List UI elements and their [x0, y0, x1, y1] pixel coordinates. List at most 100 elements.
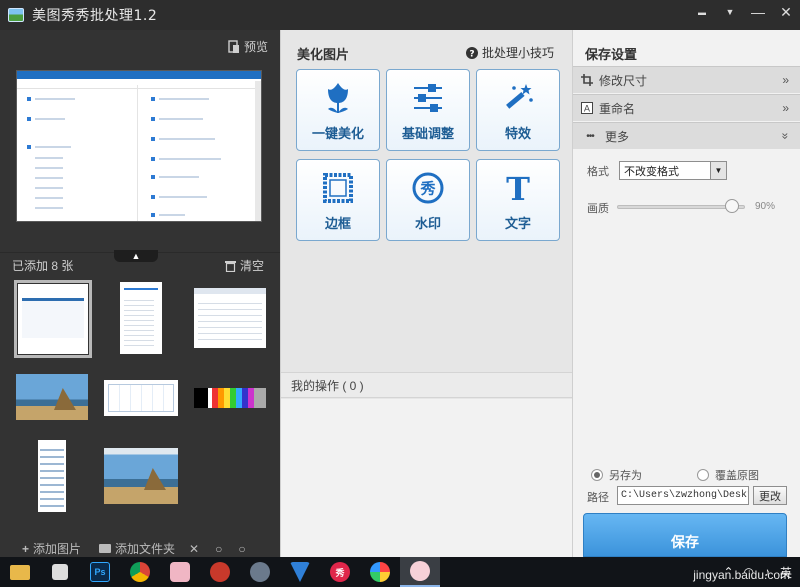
plus-icon: + [22, 541, 30, 556]
watermark-seal-icon: 秀 [410, 170, 446, 206]
save-as-label: 另存为 [609, 470, 642, 482]
added-count-label: 已添加 8 张 [12, 259, 74, 273]
text-char: T [506, 172, 530, 204]
app-icon [250, 562, 270, 582]
skin-button[interactable]: ▬ [688, 0, 716, 24]
rotate-left-icon[interactable]: ○ [215, 542, 222, 556]
save-settings-title: 保存设置 [585, 47, 638, 62]
quality-slider-handle[interactable] [725, 199, 740, 213]
photoshop-icon: Ps [90, 562, 110, 582]
format-label: 格式 [587, 166, 609, 178]
rotate-right-icon[interactable]: ○ [238, 542, 245, 556]
taskbar-photoshop[interactable]: Ps [80, 557, 120, 587]
tool-label: 水印 [414, 216, 441, 231]
text-button[interactable]: T 文字 [476, 159, 560, 241]
folder-icon [99, 544, 112, 553]
close-button[interactable]: ✕ [772, 0, 800, 24]
more-label: 更多 [605, 129, 630, 144]
app-icon [170, 562, 190, 582]
basic-adjust-button[interactable]: 基础调整 [386, 69, 470, 151]
path-input[interactable]: C:\Users\zwzhong\Desktop\ [617, 486, 749, 505]
minimize-button[interactable]: — [744, 0, 772, 24]
tool-label: 特效 [504, 126, 531, 141]
tool-label: 基础调整 [401, 126, 454, 141]
thumbnail-7[interactable] [38, 440, 66, 512]
tips-label: 批处理小技巧 [481, 46, 554, 60]
more-dots-icon: ••• [586, 130, 595, 142]
taskbar-paint[interactable] [360, 557, 400, 587]
collapse-preview-toggle[interactable]: ▲ [114, 250, 158, 262]
radio-selected-icon [591, 469, 603, 481]
overwrite-label: 覆盖原图 [715, 470, 759, 482]
meitu-icon: 秀 [330, 562, 350, 582]
double-chevron-right-icon: » [782, 101, 789, 115]
magic-wand-icon [500, 80, 536, 116]
thumbnail-6[interactable] [194, 388, 266, 408]
beautify-title: 美化图片 [297, 47, 350, 62]
taskbar-meitu[interactable]: 秀 [320, 557, 360, 587]
resize-section[interactable]: 修改尺寸 » [573, 66, 800, 93]
bottom-action-bar: + 添加图片 添加文件夹 ✕ ○ ○ [0, 540, 280, 557]
taskbar-app-8[interactable] [280, 557, 320, 587]
preview-button[interactable]: 预览 [228, 38, 268, 55]
rename-icon: A [581, 102, 593, 114]
app-icon [210, 562, 230, 582]
taskbar-file-explorer[interactable] [0, 557, 40, 587]
palette-icon [370, 562, 390, 582]
frame-icon [320, 170, 356, 206]
crop-icon [581, 74, 593, 86]
menu-button[interactable]: ▼ [716, 0, 744, 24]
effects-button[interactable]: 特效 [476, 69, 560, 151]
tool-label: 文字 [504, 216, 531, 231]
add-image-label: 添加图片 [33, 542, 82, 556]
taskbar: Ps 秀 ⌃ ◠ ♪ 英 [0, 557, 800, 587]
thumbnail-5[interactable] [104, 380, 178, 416]
overwrite-radio[interactable]: 覆盖原图 [697, 467, 759, 483]
trash-icon [224, 260, 236, 272]
meitu-batch-icon [410, 561, 430, 581]
radio-unselected-icon [697, 469, 709, 481]
quality-label: 画质 [587, 203, 609, 215]
taskbar-app-7[interactable] [240, 557, 280, 587]
clear-button[interactable]: 清空 [224, 257, 264, 274]
thumbnail-1[interactable] [14, 280, 92, 358]
taskbar-chrome[interactable] [120, 557, 160, 587]
beautify-panel: 美化图片 ? 批处理小技巧 一键美化 基础调整 特效 边框 秀 水印 T 文字 … [280, 30, 572, 557]
thumbnail-8[interactable] [104, 448, 178, 504]
clear-label: 清空 [239, 259, 264, 273]
taskbar-meitu-batch[interactable] [400, 557, 440, 587]
save-as-radio[interactable]: 另存为 [591, 467, 642, 483]
my-operations-list [281, 399, 572, 557]
format-select[interactable]: 不改变格式 ▼ [619, 161, 727, 180]
taskbar-store[interactable] [40, 557, 80, 587]
image-list-panel: 预览 ▲ 已添加 8 张 清空 + 添加图片 添加文件夹 ✕ ○ ○ [0, 30, 280, 557]
change-path-button[interactable]: 更改 [753, 486, 787, 505]
dropdown-arrow-icon: ▼ [710, 162, 726, 179]
more-section[interactable]: ••• 更多 » [573, 122, 800, 149]
preview-label: 预览 [243, 40, 268, 54]
window-title: 美图秀秀批处理1.2 [32, 8, 158, 24]
thumbnail-4[interactable] [16, 374, 88, 420]
text-t-icon: T [500, 170, 536, 206]
frame-button[interactable]: 边框 [296, 159, 380, 241]
thumbnail-2[interactable] [120, 282, 162, 354]
folder-icon [10, 564, 30, 580]
taskbar-app-6[interactable] [200, 557, 240, 587]
double-chevron-right-icon: » [782, 73, 789, 87]
tool-label: 边框 [324, 216, 351, 231]
watermark-button[interactable]: 秀 水印 [386, 159, 470, 241]
one-click-beautify-button[interactable]: 一键美化 [296, 69, 380, 151]
save-button[interactable]: 保存 [583, 513, 787, 557]
tulip-icon [320, 80, 356, 116]
preview-image [16, 70, 262, 222]
window-controls: ▬ ▼ — ✕ [688, 0, 800, 30]
thumbnail-3[interactable] [194, 288, 266, 348]
delete-icon[interactable]: ✕ [189, 542, 199, 556]
format-value: 不改变格式 [624, 165, 679, 178]
add-folder-button[interactable]: 添加文件夹 [99, 540, 175, 557]
taskbar-app-5[interactable] [160, 557, 200, 587]
batch-tips-link[interactable]: ? 批处理小技巧 [465, 44, 554, 61]
quality-percent: 90% [755, 201, 776, 212]
rename-section[interactable]: A 重命名 » [573, 94, 800, 121]
add-image-button[interactable]: + 添加图片 [22, 540, 81, 557]
